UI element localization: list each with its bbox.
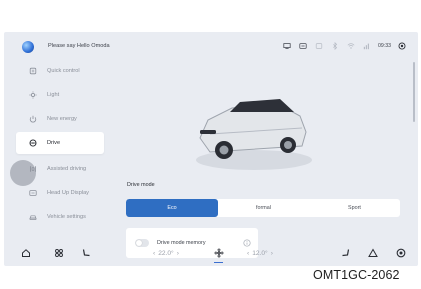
- cast-icon: [282, 42, 291, 51]
- fan-active-indicator: [214, 262, 223, 263]
- status-bar: Please say Hello Omoda 09:33: [4, 32, 418, 58]
- sidebar-item-label: Assisted driving: [47, 166, 87, 172]
- clock-time: 09:33: [378, 43, 391, 49]
- steering-wheel-icon: [28, 138, 38, 148]
- sidebar-item-label: Drive: [47, 140, 61, 146]
- sidebar-item-vehicle-settings[interactable]: Vehicle settings: [16, 206, 104, 228]
- drive-mode-heading: Drive mode: [127, 182, 155, 188]
- assistant-status-icon[interactable]: [398, 42, 407, 51]
- hud-icon: [28, 188, 38, 198]
- driver-seat-icon[interactable]: [80, 247, 92, 259]
- assist-icon: [28, 164, 38, 174]
- temp-down-left[interactable]: ‹: [153, 250, 155, 257]
- sidebar-item-label: Light: [47, 92, 60, 98]
- bluetooth-icon: [330, 42, 339, 51]
- temp-up-right[interactable]: ›: [271, 250, 273, 257]
- status-icons: 09:33: [282, 40, 407, 52]
- wifi-icon: [346, 42, 355, 51]
- drive-mode-normal[interactable]: formal: [218, 199, 309, 217]
- infotainment-screen: Please say Hello Omoda 09:33 Quick contr…: [4, 32, 418, 266]
- drive-mode-selector: Eco formal Sport: [126, 199, 400, 217]
- sidebar-item-drive[interactable]: Drive: [16, 132, 104, 154]
- drive-mode-eco[interactable]: Eco: [126, 199, 218, 217]
- assistant-greeting: Please say Hello Omoda: [48, 43, 110, 49]
- hazard-icon[interactable]: [367, 247, 379, 259]
- temp-down-right[interactable]: ‹: [247, 250, 249, 257]
- sidebar-item-new-energy[interactable]: New energy: [16, 108, 104, 130]
- passenger-temperature[interactable]: ‹ 12.0° ›: [244, 250, 276, 257]
- scrollbar[interactable]: [413, 62, 415, 122]
- driver-temperature[interactable]: ‹ 22.0° ›: [150, 250, 182, 257]
- voice-assistant-icon[interactable]: [22, 41, 34, 53]
- fan-icon[interactable]: [213, 247, 225, 259]
- voice-assistant-dock-icon[interactable]: [395, 247, 407, 259]
- passenger-temperature-value: 12.0°: [252, 250, 268, 257]
- drive-panel: Drive mode Eco formal Sport Drive mode m…: [112, 60, 412, 258]
- signal-icon: [362, 42, 371, 51]
- sidebar-item-label: Quick control: [47, 68, 80, 74]
- sidebar-item-label: Vehicle settings: [47, 214, 86, 220]
- sidebar-item-head-up-display[interactable]: Head Up Display: [16, 182, 104, 204]
- lte-icon: [314, 42, 323, 51]
- energy-icon: [28, 114, 38, 124]
- light-icon: [28, 90, 38, 100]
- sidebar-item-assisted-driving[interactable]: Assisted driving: [16, 158, 104, 180]
- home-icon[interactable]: [20, 247, 32, 259]
- quick-control-icon: [28, 66, 38, 76]
- passenger-seat-icon[interactable]: [340, 247, 352, 259]
- figure-code: OMT1GC-2062: [313, 268, 400, 282]
- vehicle-illustration: [196, 99, 312, 170]
- sidebar-item-label: Head Up Display: [47, 190, 89, 196]
- message-icon: [298, 42, 307, 51]
- car-icon: [28, 212, 38, 222]
- sidebar-item-quick-control[interactable]: Quick control: [16, 60, 104, 82]
- drive-mode-sport[interactable]: Sport: [309, 199, 400, 217]
- driver-temperature-value: 22.0°: [158, 250, 174, 257]
- apps-icon[interactable]: [53, 247, 65, 259]
- sidebar-item-label: New energy: [47, 116, 77, 122]
- sidebar-item-light[interactable]: Light: [16, 84, 104, 106]
- temp-up-left[interactable]: ›: [177, 250, 179, 257]
- bottom-dock: ‹ 22.0° › ‹ 12.0° ›: [4, 240, 418, 266]
